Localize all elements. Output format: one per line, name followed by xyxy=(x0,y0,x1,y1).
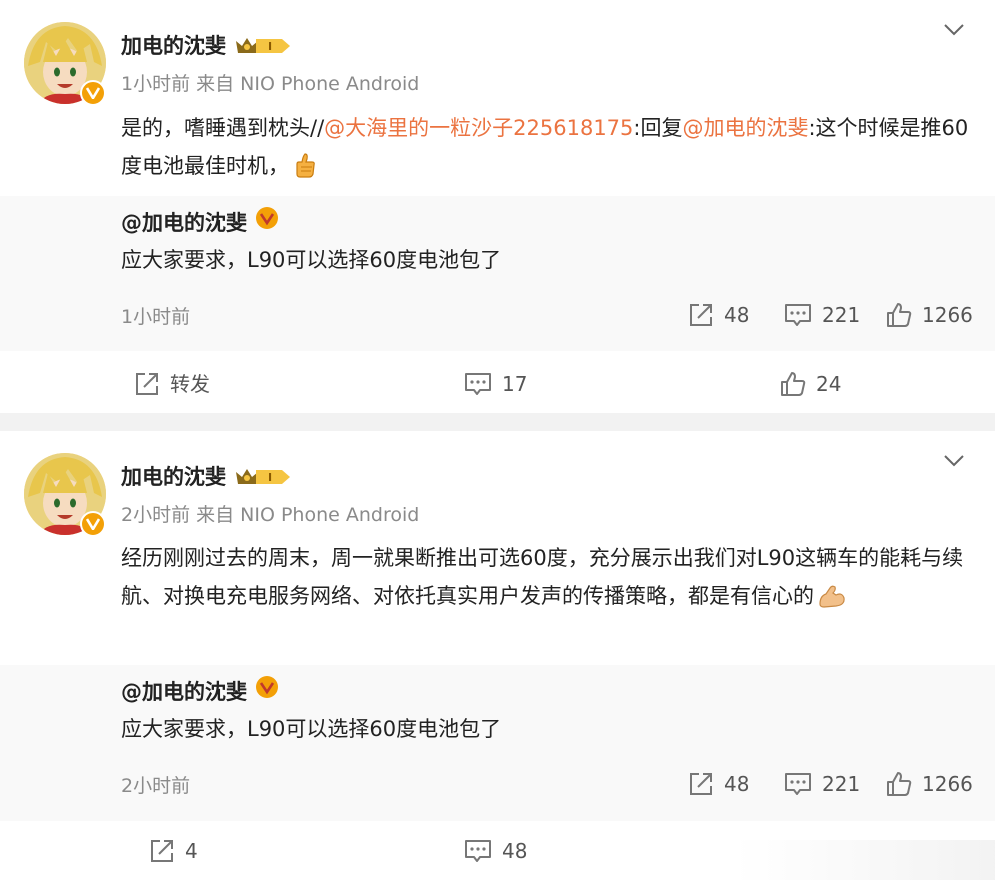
like-icon xyxy=(887,772,912,796)
quoted-text: 应大家要求，L90可以选择60度电池包了 xyxy=(121,248,502,272)
author-name-text[interactable]: 加电的沈斐 xyxy=(121,461,226,493)
comment-icon xyxy=(465,840,491,862)
post-text: 经历刚刚过去的周末，周一就果断推出可选60度，充分展示出我们对L90这辆车的能耗… xyxy=(121,539,971,620)
quoted-comment-count: 221 xyxy=(822,772,861,796)
quoted-text: 应大家要求，L90可以选择60度电池包了 xyxy=(121,717,502,741)
repost-icon xyxy=(151,840,173,862)
quoted-like-button[interactable]: 1266 xyxy=(886,769,973,799)
comment-count: 17 xyxy=(502,372,528,396)
mention-link[interactable]: @大海里的一粒沙子225618175 xyxy=(324,116,633,140)
mention-link[interactable]: @加电的沈斐 xyxy=(682,116,808,140)
vip-crown-icon[interactable]: I xyxy=(234,35,292,57)
post-time[interactable]: 2小时前 xyxy=(121,504,190,526)
post-text-part: 是的，嗜睡遇到枕头// xyxy=(121,116,325,140)
flexed-biceps-icon xyxy=(818,582,846,620)
author-name[interactable]: 加电的沈斐 I xyxy=(121,461,292,493)
quoted-post[interactable]: @加电的沈斐 应大家要求，L90可以选择60度电池包了 1小时前 48 221 … xyxy=(0,196,995,351)
quoted-repost-button[interactable]: 48 xyxy=(688,300,749,330)
repost-icon xyxy=(136,373,158,395)
post-time[interactable]: 1小时前 xyxy=(121,73,190,95)
repost-button[interactable]: 4 xyxy=(149,836,198,866)
bottom-fade xyxy=(735,840,995,880)
post-source: 来自 NIO Phone Android xyxy=(196,504,420,526)
verified-badge-icon xyxy=(80,511,106,537)
quoted-time[interactable]: 2小时前 xyxy=(121,771,190,801)
vip-level-text: I xyxy=(268,471,272,484)
quoted-comment-button[interactable]: 221 xyxy=(784,300,860,330)
repost-icon xyxy=(690,773,712,795)
thumbs-up-icon xyxy=(293,152,317,190)
quoted-time[interactable]: 1小时前 xyxy=(121,302,190,332)
quoted-like-count: 1266 xyxy=(922,303,973,327)
comment-icon xyxy=(785,773,811,795)
verified-badge-icon xyxy=(80,80,106,106)
quoted-repost-count: 48 xyxy=(724,772,750,796)
repost-count: 4 xyxy=(185,839,198,863)
post-card: 加电的沈斐 I 1小时前 来自 NIO Phone Android 是的，嗜睡遇到… xyxy=(0,0,995,413)
like-icon xyxy=(887,303,912,327)
quoted-author-text[interactable]: @加电的沈斐 xyxy=(121,206,247,240)
like-icon xyxy=(781,372,806,396)
comment-button[interactable]: 17 xyxy=(464,369,527,399)
vip-level-text: I xyxy=(268,40,272,53)
comment-count: 48 xyxy=(502,839,528,863)
quoted-author[interactable]: @加电的沈斐 xyxy=(121,206,279,240)
post-text: 是的，嗜睡遇到枕头//@大海里的一粒沙子225618175:回复@加电的沈斐:这… xyxy=(121,109,971,190)
comment-icon xyxy=(785,304,811,326)
quoted-like-button[interactable]: 1266 xyxy=(886,300,973,330)
repost-label: 转发 xyxy=(170,372,210,396)
post-text-part: :回复 xyxy=(633,116,683,140)
quoted-comment-count: 221 xyxy=(822,303,861,327)
like-count: 24 xyxy=(816,372,842,396)
comment-icon xyxy=(465,373,491,395)
vip-crown-icon[interactable]: I xyxy=(234,466,292,488)
author-name[interactable]: 加电的沈斐 I xyxy=(121,30,292,62)
quoted-post[interactable]: @加电的沈斐 应大家要求，L90可以选择60度电池包了 2小时前 48 221 … xyxy=(0,665,995,821)
quoted-repost-button[interactable]: 48 xyxy=(688,769,749,799)
post-card: 加电的沈斐 I 2小时前 来自 NIO Phone Android 经历刚刚过去的… xyxy=(0,431,995,880)
quoted-like-count: 1266 xyxy=(922,772,973,796)
post-meta: 1小时前 来自 NIO Phone Android xyxy=(121,69,419,99)
like-button[interactable]: 24 xyxy=(780,369,841,399)
author-name-text[interactable]: 加电的沈斐 xyxy=(121,30,226,62)
repost-icon xyxy=(690,304,712,326)
quoted-author-text[interactable]: @加电的沈斐 xyxy=(121,675,247,709)
quoted-author[interactable]: @加电的沈斐 xyxy=(121,675,279,709)
repost-button[interactable]: 转发 xyxy=(134,369,210,399)
post-meta: 2小时前 来自 NIO Phone Android xyxy=(121,500,419,530)
verified-badge-icon xyxy=(255,675,279,709)
quoted-repost-count: 48 xyxy=(724,303,750,327)
comment-button[interactable]: 48 xyxy=(464,836,527,866)
chevron-down-icon[interactable] xyxy=(941,16,967,42)
chevron-down-icon[interactable] xyxy=(941,447,967,473)
quoted-comment-button[interactable]: 221 xyxy=(784,769,860,799)
verified-badge-icon xyxy=(255,206,279,240)
post-source: 来自 NIO Phone Android xyxy=(196,73,420,95)
